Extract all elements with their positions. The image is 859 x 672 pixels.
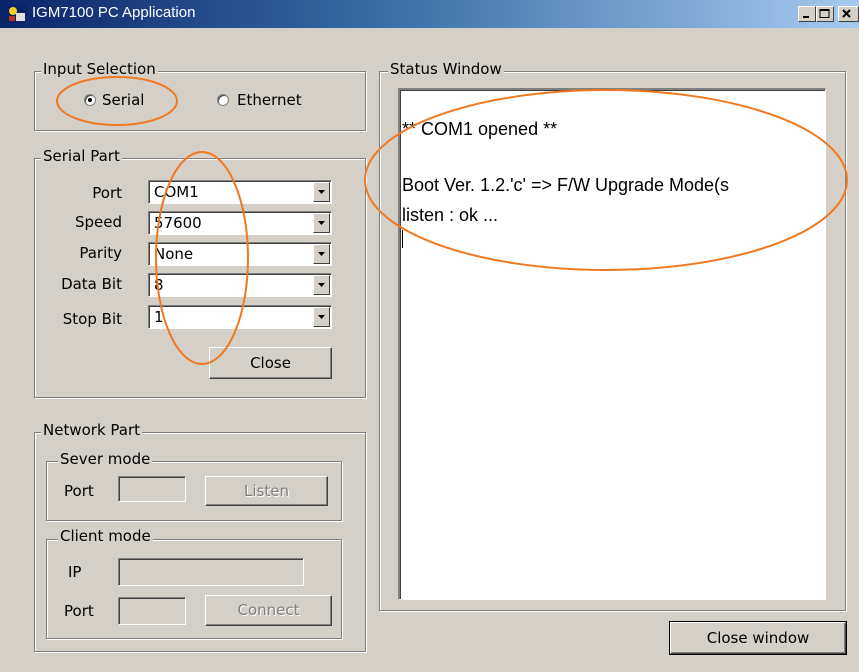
client-mode-label: Client mode bbox=[58, 527, 153, 545]
stop-bit-select-value: 1 bbox=[154, 308, 164, 326]
minimize-icon bbox=[803, 16, 809, 18]
app-icon[interactable] bbox=[7, 5, 27, 23]
stop-bit-select[interactable]: 1 bbox=[148, 305, 332, 329]
speed-select-value: 57600 bbox=[154, 214, 202, 232]
minimize-button[interactable] bbox=[798, 6, 816, 22]
serial-close-button[interactable]: Close bbox=[209, 347, 332, 379]
status-window-label: Status Window bbox=[388, 60, 504, 78]
stop-bit-label: Stop Bit bbox=[62, 310, 122, 328]
speed-select[interactable]: 57600 bbox=[148, 211, 332, 235]
server-port-label: Port bbox=[64, 482, 94, 500]
listen-button[interactable]: Listen bbox=[205, 476, 328, 506]
server-mode-label: Sever mode bbox=[58, 450, 153, 468]
port-select-value: COM1 bbox=[154, 183, 199, 201]
status-line: listen : ok ... bbox=[402, 205, 499, 225]
port-label: Port bbox=[92, 184, 122, 202]
client-port-label: Port bbox=[64, 602, 94, 620]
parity-select-value: None bbox=[154, 245, 194, 263]
ethernet-radio-label[interactable]: Ethernet bbox=[237, 91, 302, 109]
parity-label: Parity bbox=[79, 244, 122, 262]
network-part-label: Network Part bbox=[41, 421, 143, 439]
chevron-down-icon[interactable] bbox=[313, 213, 330, 233]
connect-button[interactable]: Connect bbox=[205, 595, 332, 626]
serial-part-label: Serial Part bbox=[41, 147, 122, 165]
maximize-button[interactable] bbox=[816, 6, 834, 22]
input-selection-label: Input Selection bbox=[41, 60, 158, 78]
close-window-button[interactable]: Close window bbox=[669, 621, 847, 655]
port-select[interactable]: COM1 bbox=[148, 180, 332, 204]
ethernet-radio[interactable] bbox=[217, 94, 229, 106]
parity-select[interactable]: None bbox=[148, 242, 332, 266]
chevron-down-icon[interactable] bbox=[313, 244, 330, 264]
status-line: ** COM1 opened ** bbox=[402, 119, 558, 139]
title-bar[interactable]: IGM7100 PC Application bbox=[0, 0, 859, 28]
close-window-title-button[interactable] bbox=[838, 6, 859, 22]
status-text-area[interactable]: ** COM1 opened ** Boot Ver. 1.2.'c' => F… bbox=[398, 88, 826, 600]
client-port-input[interactable] bbox=[118, 597, 186, 625]
data-bit-label: Data Bit bbox=[61, 275, 122, 293]
window-title: IGM7100 PC Application bbox=[32, 4, 196, 21]
status-line: Boot Ver. 1.2.'c' => F/W Upgrade Mode(s bbox=[402, 175, 730, 195]
ip-input[interactable] bbox=[118, 558, 304, 586]
serial-radio-label[interactable]: Serial bbox=[102, 91, 144, 109]
ip-label: IP bbox=[68, 563, 82, 581]
close-icon bbox=[842, 9, 851, 18]
data-bit-select[interactable]: 8 bbox=[148, 273, 332, 297]
server-port-input[interactable] bbox=[118, 476, 186, 502]
maximize-icon bbox=[819, 9, 830, 18]
speed-label: Speed bbox=[74, 213, 122, 231]
data-bit-select-value: 8 bbox=[154, 276, 164, 294]
chevron-down-icon[interactable] bbox=[313, 182, 330, 202]
chevron-down-icon[interactable] bbox=[313, 307, 330, 327]
serial-radio[interactable] bbox=[84, 94, 96, 106]
chevron-down-icon[interactable] bbox=[313, 275, 330, 295]
text-cursor bbox=[402, 230, 403, 248]
